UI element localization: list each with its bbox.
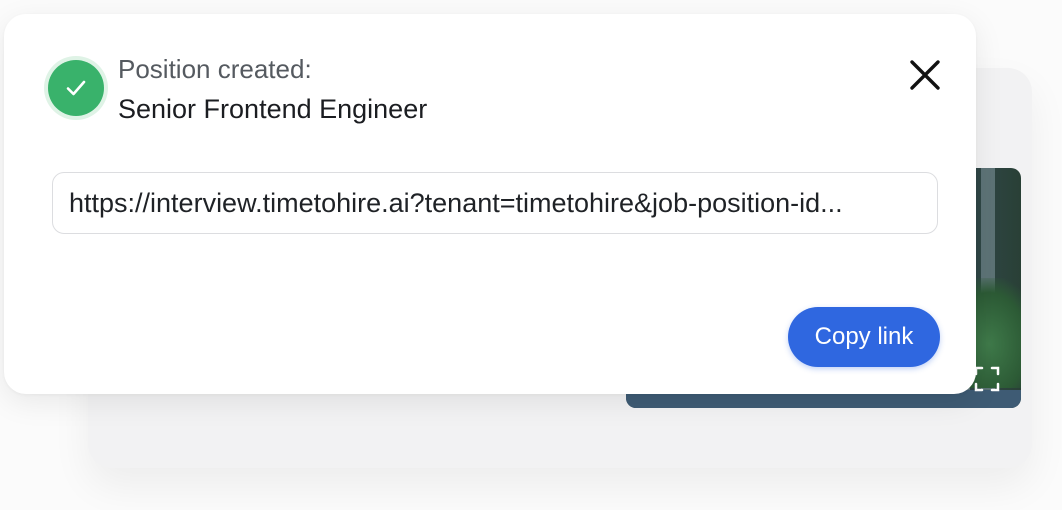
position-name: Senior Frontend Engineer [118, 94, 428, 124]
dialog-title: Position created: [118, 54, 312, 84]
fullscreen-icon[interactable] [972, 364, 1002, 394]
interview-link-field[interactable]: https://interview.timetohire.ai?tenant=t… [52, 172, 938, 234]
position-created-dialog: Position created: Senior Frontend Engine… [4, 14, 976, 394]
interview-link-text[interactable]: https://interview.timetohire.ai?tenant=t… [69, 188, 921, 219]
copy-link-button[interactable]: Copy link [788, 307, 940, 367]
check-circle-icon [48, 60, 104, 116]
page: Position created: Senior Frontend Engine… [0, 0, 1062, 510]
close-icon[interactable] [908, 58, 942, 92]
close-button[interactable] [902, 52, 948, 98]
